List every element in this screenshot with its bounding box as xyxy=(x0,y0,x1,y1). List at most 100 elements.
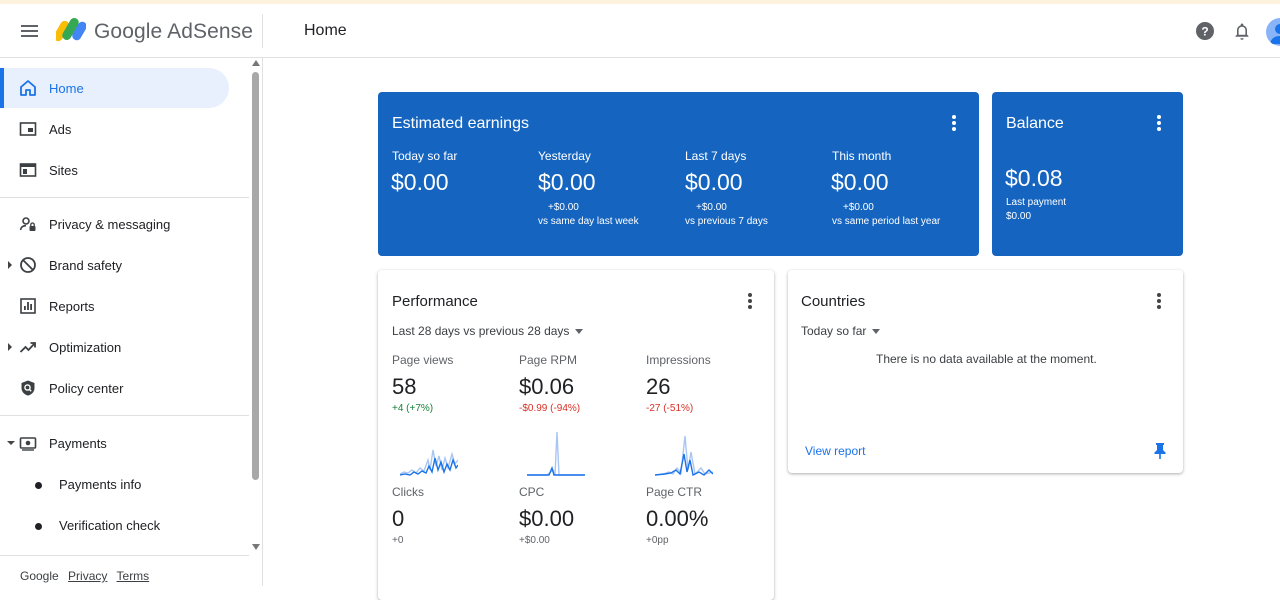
countries-range-dropdown[interactable]: Today so far xyxy=(801,324,881,338)
privacy-icon xyxy=(19,217,36,231)
sidebar-item-label: Verification check xyxy=(59,518,161,533)
sidebar-item-label: Payments xyxy=(49,436,107,451)
brand-name: Google AdSense xyxy=(94,20,254,43)
last-payment-value: $0.00 xyxy=(1006,211,1032,222)
sidebar-nav: Home Ads Sites Privacy & messaging Brand… xyxy=(0,58,263,586)
account-avatar[interactable] xyxy=(1266,18,1280,46)
scroll-up-arrow-icon[interactable] xyxy=(252,60,260,66)
earnings-metric-delta: +$0.00 xyxy=(548,202,579,213)
sidebar-item-label: Policy center xyxy=(49,381,124,396)
countries-card-title: Countries xyxy=(801,293,866,310)
earnings-metric-label: Today so far xyxy=(392,149,458,163)
sidebar-item-privacy-messaging[interactable]: Privacy & messaging xyxy=(0,204,249,244)
balance-card: Balance $0.08 Last payment $0.00 xyxy=(992,92,1183,256)
metric-delta: +$0.00 xyxy=(519,535,550,546)
view-report-link[interactable]: View report xyxy=(805,444,865,458)
person-icon xyxy=(1270,24,1280,44)
app-header: Google AdSense Home ? xyxy=(0,4,1280,58)
sidebar-item-ads[interactable]: Ads xyxy=(0,109,249,149)
countries-card: Countries Today so far There is no data … xyxy=(788,270,1183,473)
payments-icon xyxy=(19,437,37,451)
sidebar-item-verification-check[interactable]: Verification check xyxy=(0,505,249,545)
sites-icon xyxy=(19,163,37,177)
adsense-logo-icon xyxy=(56,18,86,42)
impressions-sparkline xyxy=(655,435,713,476)
sidebar-item-label: Brand safety xyxy=(49,258,122,273)
sidebar-item-reports[interactable]: Reports xyxy=(0,286,249,326)
sidebar-footer: Google Privacy Terms xyxy=(20,569,155,583)
earnings-metric-comparison: vs same period last year xyxy=(832,216,941,227)
metric-label: CPC xyxy=(519,485,545,499)
sidebar-item-payments-info[interactable]: Payments info xyxy=(0,464,249,504)
sidebar-item-payments[interactable]: Payments xyxy=(0,423,249,463)
trending-up-icon xyxy=(19,342,36,353)
earnings-metric-value: $0.00 xyxy=(391,169,449,195)
earnings-metric-comparison: vs same day last week xyxy=(538,216,639,227)
notifications-bell-icon[interactable] xyxy=(1232,21,1252,41)
earnings-metric-comparison: vs previous 7 days xyxy=(685,216,768,227)
sidebar-item-label: Payments info xyxy=(59,477,142,492)
sidebar-item-label: Optimization xyxy=(49,340,122,355)
help-icon[interactable]: ? xyxy=(1195,21,1215,41)
sidebar-item-optimization[interactable]: Optimization xyxy=(0,327,249,367)
more-vert-icon[interactable] xyxy=(741,292,759,310)
earnings-metric-label: This month xyxy=(832,149,892,163)
earnings-metric-label: Last 7 days xyxy=(685,149,747,163)
earnings-card-title: Estimated earnings xyxy=(392,115,529,132)
metric-delta: +0 xyxy=(392,535,404,546)
sidebar-item-label: Reports xyxy=(49,299,95,314)
metric-value: 26 xyxy=(646,374,671,399)
more-vert-icon[interactable] xyxy=(1150,292,1168,310)
page-views-sparkline xyxy=(400,449,458,476)
footer-privacy-link[interactable]: Privacy xyxy=(68,569,107,583)
page-title: Home xyxy=(304,22,347,39)
sidebar-item-label: Home xyxy=(49,81,84,96)
more-vert-icon[interactable] xyxy=(945,114,963,132)
sidebar-footer-divider xyxy=(0,555,249,556)
collapse-caret-icon[interactable] xyxy=(7,441,15,445)
balance-card-title: Balance xyxy=(1006,115,1064,132)
expand-caret-icon[interactable] xyxy=(8,343,12,351)
page-rpm-sparkline xyxy=(527,431,585,476)
bullet-dot xyxy=(35,482,42,489)
ads-icon xyxy=(19,122,37,136)
metric-value: 0 xyxy=(392,506,405,531)
sidebar-item-home[interactable]: Home xyxy=(0,68,229,108)
estimated-earnings-card: Estimated earnings Today so far $0.00 Ye… xyxy=(378,92,979,256)
earnings-metric-value: $0.00 xyxy=(831,169,889,195)
expand-caret-icon[interactable] xyxy=(8,261,12,269)
balance-value: $0.08 xyxy=(1005,165,1063,191)
menu-icon[interactable] xyxy=(18,19,42,43)
dropdown-arrow-icon xyxy=(575,329,584,335)
more-vert-icon[interactable] xyxy=(1150,114,1168,132)
metric-delta: -27 (-51%) xyxy=(646,403,694,414)
footer-google: Google xyxy=(20,569,59,583)
scrollbar-thumb[interactable] xyxy=(252,72,259,480)
metric-label: Impressions xyxy=(646,353,711,367)
dropdown-value: Last 28 days vs previous 28 days xyxy=(392,324,570,338)
metric-label: Page CTR xyxy=(646,485,703,499)
footer-terms-link[interactable]: Terms xyxy=(117,569,150,583)
last-payment-label: Last payment xyxy=(1006,197,1067,208)
block-icon xyxy=(20,257,36,273)
header-divider xyxy=(262,14,263,48)
sidebar-item-brand-safety[interactable]: Brand safety xyxy=(0,245,249,285)
pin-icon[interactable] xyxy=(1152,442,1168,460)
sidebar-divider xyxy=(0,197,249,198)
sidebar-item-label: Privacy & messaging xyxy=(49,217,171,232)
performance-range-dropdown[interactable]: Last 28 days vs previous 28 days xyxy=(392,324,584,338)
earnings-metric-label: Yesterday xyxy=(538,149,591,163)
metric-label: Clicks xyxy=(392,485,424,499)
metric-value: 0.00% xyxy=(646,506,709,531)
bullet-dot xyxy=(35,523,42,530)
sidebar-item-policy-center[interactable]: Policy center xyxy=(0,368,249,408)
metric-label: Page views xyxy=(392,353,454,367)
sidebar-scrollbar[interactable] xyxy=(250,58,262,558)
earnings-metric-value: $0.00 xyxy=(685,169,743,195)
dropdown-arrow-icon xyxy=(872,329,881,335)
earnings-metric-delta: +$0.00 xyxy=(696,202,727,213)
reports-icon xyxy=(20,298,36,314)
scroll-down-arrow-icon[interactable] xyxy=(252,544,260,550)
policy-shield-icon xyxy=(21,380,35,396)
sidebar-item-sites[interactable]: Sites xyxy=(0,150,249,190)
